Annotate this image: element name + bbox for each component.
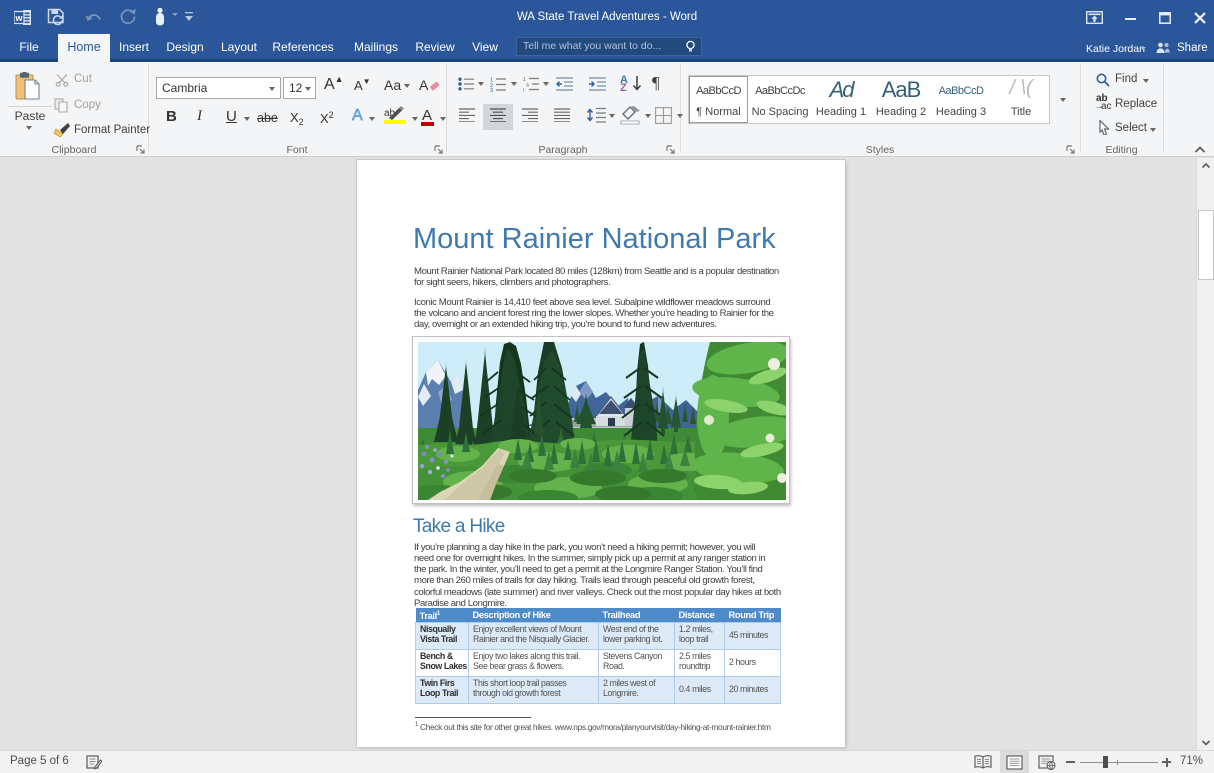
svg-text:w: w [14, 13, 23, 23]
svg-text:3: 3 [490, 88, 493, 92]
svg-text:a: a [526, 83, 529, 89]
svg-text:i: i [523, 88, 524, 92]
